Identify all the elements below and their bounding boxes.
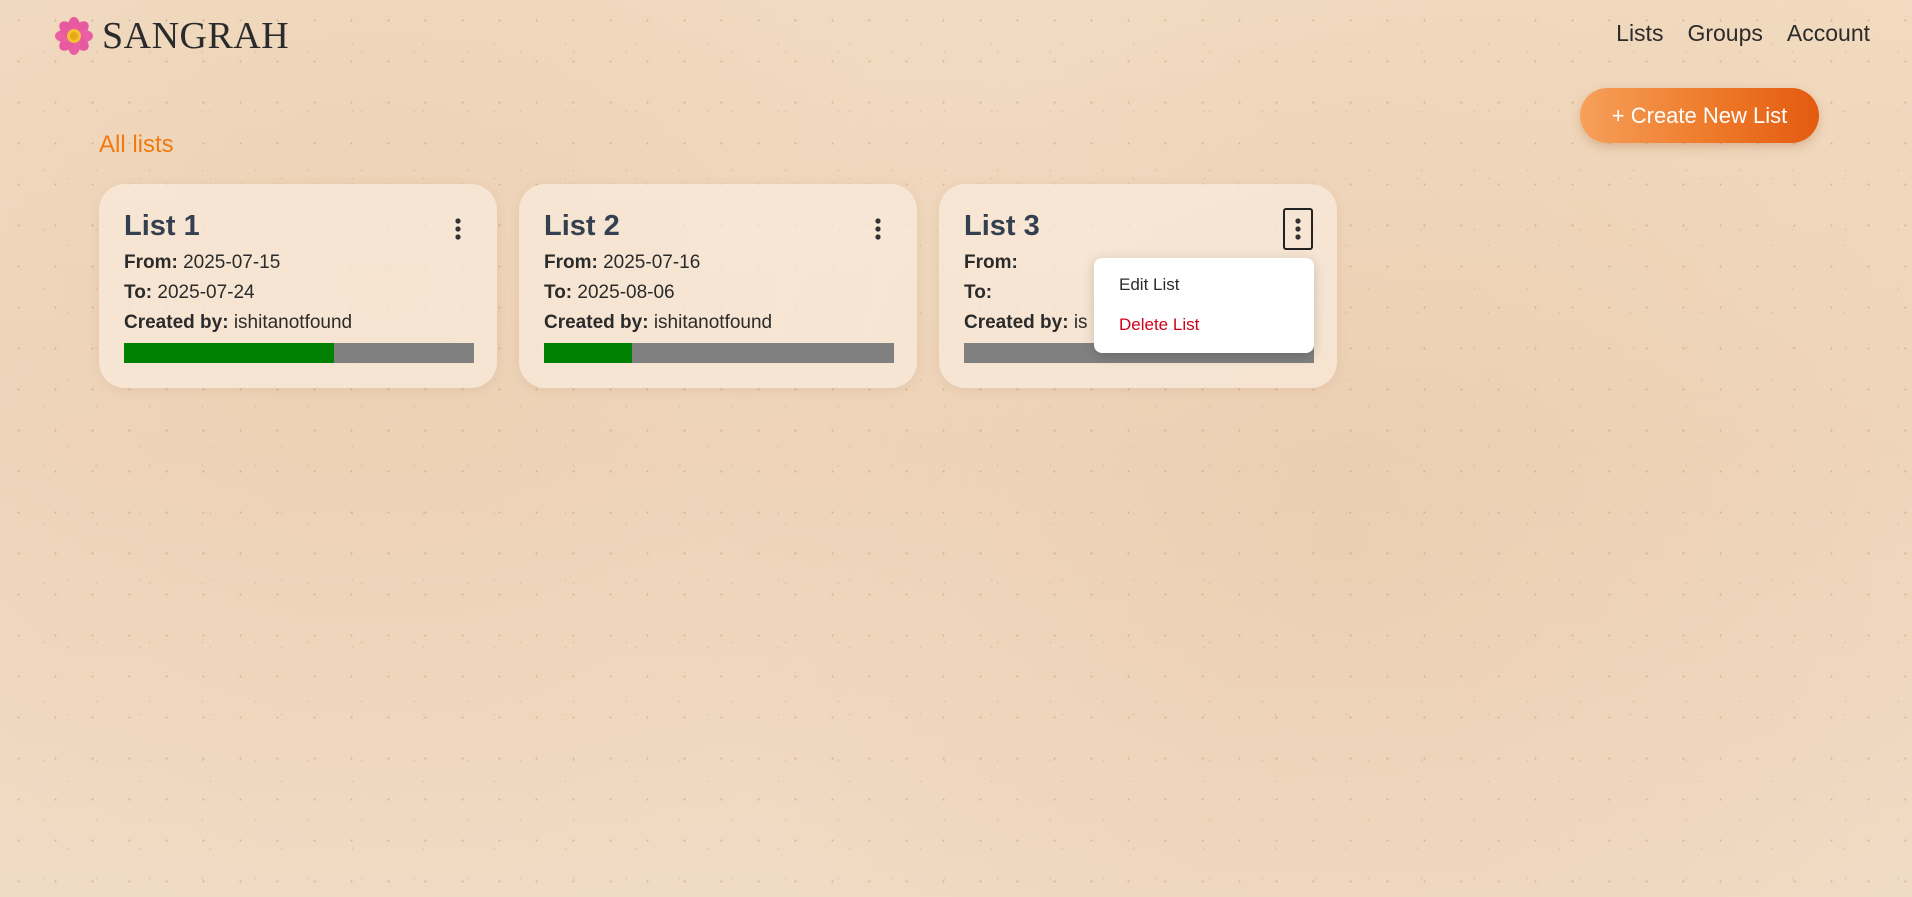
- kebab-menu-icon: [1295, 218, 1301, 240]
- list-from: From: 2025-07-15: [124, 252, 281, 273]
- list-from: From:: [964, 252, 1018, 273]
- list-created-by: Created by: is: [964, 312, 1088, 333]
- list-title: List 1: [124, 210, 200, 242]
- main-nav: Lists Groups Account: [1616, 20, 1870, 47]
- nav-account-link[interactable]: Account: [1787, 20, 1870, 47]
- list-to: To: 2025-08-06: [544, 282, 675, 303]
- list-progress-bar: [544, 343, 894, 363]
- more-options-button[interactable]: [1283, 208, 1313, 250]
- flower-icon: [55, 17, 93, 55]
- list-options-menu: Edit List Delete List: [1094, 258, 1314, 353]
- list-progress-bar: [124, 343, 474, 363]
- list-to: To: 2025-07-24: [124, 282, 255, 303]
- app-name: SANGRAH: [102, 15, 290, 57]
- list-to: To:: [964, 282, 993, 303]
- section-title: All lists: [99, 131, 174, 158]
- create-new-list-button[interactable]: + Create New List: [1580, 88, 1819, 143]
- progress-fill: [544, 343, 632, 363]
- edit-list-menu-item[interactable]: Edit List: [1119, 275, 1179, 295]
- nav-groups-link[interactable]: Groups: [1687, 20, 1762, 47]
- list-card[interactable]: List 1 From: 2025-07-15 To: 2025-07-24 C…: [99, 184, 497, 388]
- list-title: List 3: [964, 210, 1040, 242]
- app-logo[interactable]: SANGRAH: [54, 14, 289, 58]
- progress-fill: [124, 343, 334, 363]
- kebab-menu-icon: [875, 218, 881, 240]
- kebab-menu-icon: [455, 218, 461, 240]
- list-card[interactable]: List 2 From: 2025-07-16 To: 2025-08-06 C…: [519, 184, 917, 388]
- list-created-by: Created by: ishitanotfound: [124, 312, 353, 333]
- list-title: List 2: [544, 210, 620, 242]
- more-options-button[interactable]: [443, 208, 473, 250]
- delete-list-menu-item[interactable]: Delete List: [1119, 315, 1199, 335]
- list-from: From: 2025-07-16: [544, 252, 701, 273]
- list-created-by: Created by: ishitanotfound: [544, 312, 773, 333]
- more-options-button[interactable]: [863, 208, 893, 250]
- nav-lists-link[interactable]: Lists: [1616, 20, 1663, 47]
